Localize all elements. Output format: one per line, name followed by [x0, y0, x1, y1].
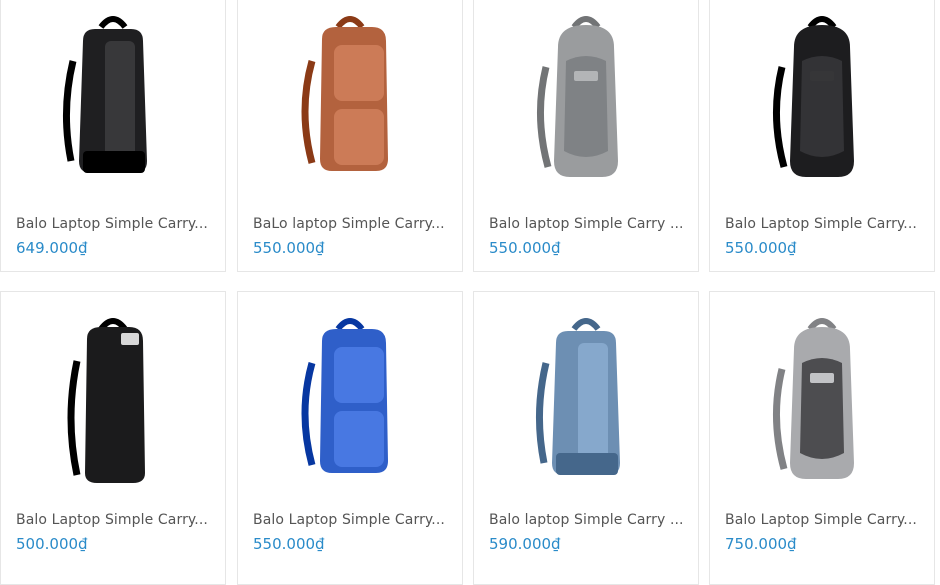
product-price: 550.000₫ — [489, 239, 561, 257]
product-image[interactable] — [1, 0, 225, 206]
black-round-backpack-image — [772, 16, 854, 177]
product-card[interactable]: Balo Laptop Simple Carry... 750.000₫ — [709, 291, 935, 585]
product-name[interactable]: Balo Laptop Simple Carry... — [16, 216, 215, 232]
product-image[interactable] — [710, 298, 934, 508]
product-image[interactable] — [238, 298, 462, 508]
product-image[interactable] — [238, 0, 462, 206]
product-card[interactable]: Balo laptop Simple Carry ... 590.000₫ — [473, 291, 699, 585]
product-image[interactable] — [474, 298, 698, 508]
product-image[interactable] — [1, 298, 225, 508]
product-card[interactable]: Balo laptop Simple Carry ... 550.000₫ — [473, 0, 699, 272]
product-price: 590.000₫ — [489, 535, 561, 553]
product-price: 550.000₫ — [725, 239, 797, 257]
product-name[interactable]: BaLo laptop Simple Carry... — [253, 216, 452, 232]
product-card[interactable]: BaLo laptop Simple Carry... 550.000₫ — [237, 0, 463, 272]
product-name[interactable]: Balo Laptop Simple Carry... — [16, 512, 215, 528]
grey-charcoal-backpack-image — [772, 318, 854, 479]
black-backpack-image — [62, 16, 147, 173]
product-image[interactable] — [474, 0, 698, 206]
product-price: 500.000₫ — [16, 535, 88, 553]
product-name[interactable]: Balo laptop Simple Carry ... — [489, 512, 688, 528]
product-name[interactable]: Balo laptop Simple Carry ... — [489, 216, 688, 232]
product-name[interactable]: Balo Laptop Simple Carry... — [253, 512, 452, 528]
blue-backpack-image — [301, 318, 388, 473]
black-slim-backpack-image — [67, 318, 145, 483]
light-blue-backpack-image — [535, 318, 620, 475]
product-price: 550.000₫ — [253, 239, 325, 257]
product-price: 750.000₫ — [725, 535, 797, 553]
product-grid: Balo Laptop Simple Carry... 649.000₫ BaL… — [0, 0, 940, 585]
product-name[interactable]: Balo Laptop Simple Carry... — [725, 216, 924, 232]
product-image[interactable] — [710, 0, 934, 206]
product-price: 550.000₫ — [253, 535, 325, 553]
product-card[interactable]: Balo Laptop Simple Carry... 550.000₫ — [709, 0, 935, 272]
grey-backpack-image — [536, 16, 618, 177]
product-card[interactable]: Balo Laptop Simple Carry... 500.000₫ — [0, 291, 226, 585]
brown-backpack-image — [301, 16, 388, 171]
product-price: 649.000₫ — [16, 239, 88, 257]
product-card[interactable]: Balo Laptop Simple Carry... 649.000₫ — [0, 0, 226, 272]
product-name[interactable]: Balo Laptop Simple Carry... — [725, 512, 924, 528]
product-card[interactable]: Balo Laptop Simple Carry... 550.000₫ — [237, 291, 463, 585]
